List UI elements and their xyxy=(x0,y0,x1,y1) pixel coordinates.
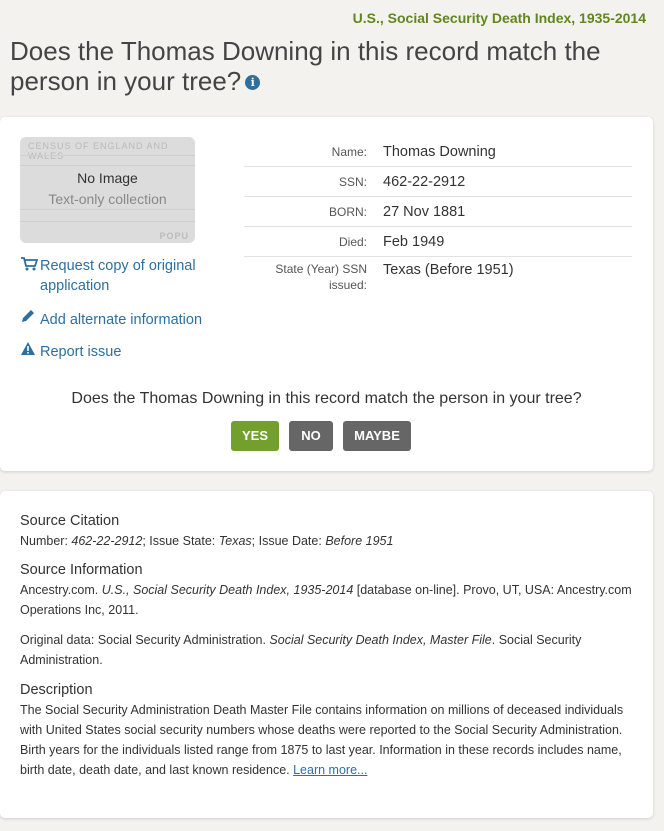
field-label: Died: xyxy=(338,234,367,249)
collection-title: U.S., Social Security Death Index, 1935-… xyxy=(352,10,646,26)
source-citation-heading: Source Citation xyxy=(20,513,120,529)
text-only-label: Text-only collection xyxy=(48,191,167,207)
info-icon[interactable]: i xyxy=(245,75,261,90)
field-value: Feb 1949 xyxy=(383,233,445,250)
field-value: 462-22-2912 xyxy=(383,173,466,190)
request-copy-label[interactable]: Request copy of original application xyxy=(40,256,210,296)
learn-more-link[interactable]: Learn more... xyxy=(293,763,367,777)
source-citation-text: Number: 462-22-2912; Issue State: Texas;… xyxy=(20,534,394,548)
page-heading: Does the Thomas Downing in this record m… xyxy=(10,36,610,96)
field-row: SSN: 462-22-2912 xyxy=(244,167,632,197)
thumbnail-footer-text: POPU xyxy=(159,231,189,241)
thumbnail-line xyxy=(20,221,195,222)
field-label: SSN: xyxy=(338,174,367,189)
field-row: BORN: 27 Nov 1881 xyxy=(244,197,632,227)
report-issue-label[interactable]: Report issue xyxy=(40,344,121,360)
field-value: Texas (Before 1951) xyxy=(383,262,514,278)
report-issue-link[interactable]: Report issue xyxy=(20,341,121,362)
add-alternate-label[interactable]: Add alternate information xyxy=(40,312,202,328)
source-information-heading: Source Information xyxy=(20,562,143,578)
field-row: Name: Thomas Downing xyxy=(244,137,632,167)
field-row: State (Year) SSN issued: Texas (Before 19… xyxy=(244,257,632,295)
field-value: Thomas Downing xyxy=(383,143,496,160)
warning-icon xyxy=(20,341,40,362)
pencil-icon xyxy=(20,308,40,330)
request-copy-link[interactable]: Request copy of original application xyxy=(20,256,210,296)
record-thumbnail[interactable]: CENSUS OF ENGLAND AND WALES POPU No Imag… xyxy=(20,137,195,243)
record-fields: Name: Thomas Downing SSN: 462-22-2912 BORN: 2… xyxy=(244,137,632,295)
maybe-button[interactable]: MAYBE xyxy=(343,421,411,451)
original-data-text: Original data: Social Security Administr… xyxy=(20,633,582,667)
thumbnail-background-text: CENSUS OF ENGLAND AND WALES xyxy=(28,141,169,161)
field-label: State (Year) SSN issued: xyxy=(275,262,367,292)
no-image-label: No Image xyxy=(77,170,138,186)
field-row: Died: Feb 1949 xyxy=(244,227,632,257)
description-text: The Social Security Administration Death… xyxy=(20,703,624,777)
no-button[interactable]: NO xyxy=(289,421,333,451)
thumbnail-line xyxy=(20,165,195,166)
description-heading: Description xyxy=(20,682,93,698)
field-label: BORN: xyxy=(328,204,367,219)
add-alternate-link[interactable]: Add alternate information xyxy=(20,308,202,330)
thumbnail-line xyxy=(20,155,195,156)
match-buttons: YES NO MAYBE xyxy=(231,421,411,451)
match-question: Does the Thomas Downing in this record m… xyxy=(71,390,582,407)
yes-button[interactable]: YES xyxy=(231,421,279,451)
source-content: Source Citation Number: 462-22-2912; Iss… xyxy=(20,513,635,780)
source-card: Source Citation Number: 462-22-2912; Iss… xyxy=(0,491,653,818)
thumbnail-line xyxy=(20,209,195,210)
field-label: Name: xyxy=(331,144,367,159)
source-information-text: Ancestry.com. U.S., Social Security Deat… xyxy=(20,583,632,617)
cart-icon xyxy=(20,256,40,278)
field-value: 27 Nov 1881 xyxy=(383,203,466,220)
heading-text: Does the Thomas Downing in this record m… xyxy=(10,36,601,96)
